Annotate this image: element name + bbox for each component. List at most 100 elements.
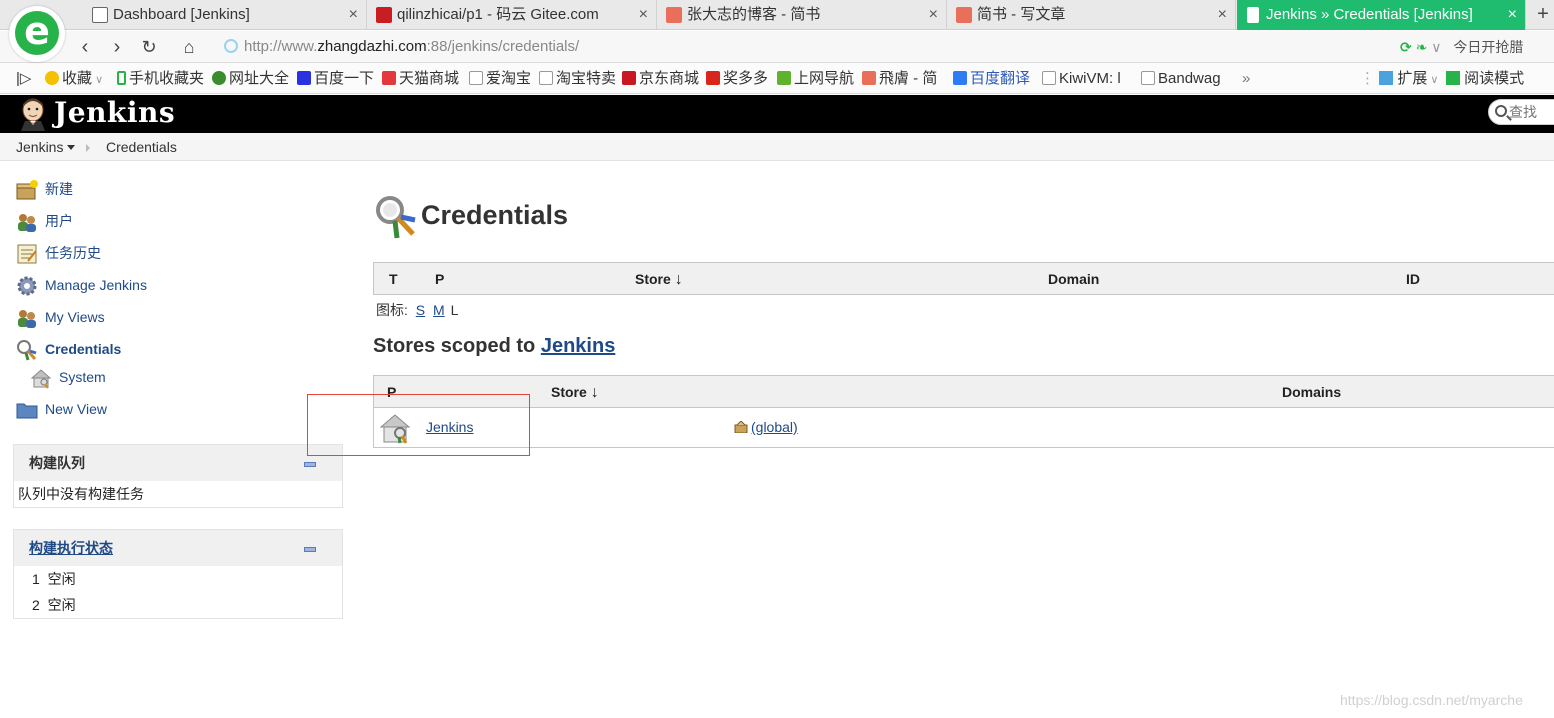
bookmark-hao-nav[interactable]: 上网导航 [777,63,854,93]
system-house-icon [30,369,52,389]
column-header-store[interactable]: Store ↓ [635,263,683,295]
column-header-domains[interactable]: Domains [1282,376,1341,408]
tab-jenkins-credentials[interactable]: Jenkins » Credentials [Jenkins] × [1237,0,1526,30]
table-row: Jenkins (global) [374,408,1554,446]
icon-size-large: L [450,302,459,318]
page-icon [1141,71,1155,85]
tab-jianshu-blog[interactable]: 张大志的博客 - 简书 × [658,0,947,30]
column-header-t[interactable]: T [389,263,398,295]
close-tab-icon[interactable]: × [639,0,648,30]
close-tab-icon[interactable]: × [929,0,938,30]
extensions-button[interactable]: ⋮ 扩展 ∨ [1360,63,1438,93]
bookmark-baidu-translate[interactable]: 百度翻译 [953,63,1030,93]
bookmark-aitaobao[interactable]: 爱淘宝 [469,63,531,93]
star-icon [45,71,59,85]
bookmark-tmall[interactable]: 天猫商城 [382,63,459,93]
bookmark-kiwivm[interactable]: KiwiVM: l [1042,63,1121,93]
close-tab-icon[interactable]: × [1218,0,1227,30]
bookmark-baidu[interactable]: 百度一下 [297,63,374,93]
icon-size-medium[interactable]: M [433,302,445,318]
build-queue-header: 构建队列 [14,445,342,481]
breadcrumb-credentials[interactable]: Credentials [106,133,177,161]
collapse-icon[interactable] [304,547,316,552]
bookmark-taobao-sale[interactable]: 淘宝特卖 [539,63,616,93]
domain-global-link[interactable]: (global) [751,419,798,435]
executors-header: 构建执行状态 [14,530,342,566]
page-icon [1042,71,1056,85]
new-tab-button[interactable]: + [1532,0,1554,30]
bookmark-jiangduoduo[interactable]: 奖多多 [706,63,768,93]
tmall-icon [382,71,396,85]
sort-arrow-icon: ↓ [590,384,599,401]
jenkins-butler-logo-icon[interactable] [16,97,50,131]
page-icon [539,71,553,85]
page-icon [469,71,483,85]
search-icon [1495,105,1507,117]
bookmark-hao123[interactable]: 网址大全 [212,63,289,93]
dropdown-icon[interactable]: ∨ [1431,39,1441,55]
stores-heading-jenkins-link[interactable]: Jenkins [541,335,615,357]
column-header-store[interactable]: Store ↓ [551,376,599,408]
notepad-icon [17,244,37,264]
credentials-table: T P Store ↓ Domain ID [373,262,1554,295]
reader-mode-button[interactable]: 阅读模式 [1446,63,1524,93]
jd-icon [622,71,636,85]
sort-arrow-icon: ↓ [674,271,683,288]
executors-title-link[interactable]: 构建执行状态 [29,540,113,556]
bookmark-jd[interactable]: 京东商城 [622,63,699,93]
hao-icon [777,71,791,85]
page-title: Credentials [421,200,569,230]
search-input[interactable] [1509,103,1554,121]
bookmark-bandwagon[interactable]: Bandwag [1141,63,1221,93]
forward-button[interactable]: › [104,34,130,60]
page-favicon-icon [1247,7,1259,23]
credentials-keys-icon [376,196,416,239]
browser-tab-bar: Dashboard [Jenkins] × qilinzhicai/p1 - 码… [0,0,1554,30]
jianshu-favicon-icon [956,7,972,23]
jianshu-icon [862,71,876,85]
chevron-down-icon[interactable] [67,145,76,150]
reload-button[interactable]: ↻ [136,34,162,60]
highlight-annotation-box [307,394,530,456]
tab-jianshu-write[interactable]: 简书 - 写文章 × [948,0,1236,30]
jianshu-favicon-icon [666,7,682,23]
refresh-green-icon[interactable]: ⟳ [1400,39,1412,55]
promo-text[interactable]: 今日开抢腊 [1453,39,1523,55]
stores-table-header: P Store ↓ Domains [374,376,1554,408]
extensions-icon [1379,71,1394,85]
tab-dashboard-jenkins[interactable]: Dashboard [Jenkins] × [84,0,367,30]
jenkins-title[interactable]: Jenkins [54,95,175,133]
breadcrumb-jenkins[interactable]: Jenkins [16,133,76,161]
close-tab-icon[interactable]: × [1508,0,1517,30]
new-item-icon [16,180,38,200]
stores-heading: Stores scoped to Jenkins [373,335,616,357]
leaf-icon[interactable]: ❧ [1416,39,1428,55]
browser-logo[interactable]: e [9,6,65,62]
credentials-keys-icon [17,340,37,361]
column-header-p[interactable]: P [435,263,444,295]
executors-pane: 构建执行状态 1 空闲 2 空闲 [13,529,343,619]
search-box[interactable] [1488,99,1554,125]
icon-size-small[interactable]: S [416,302,425,318]
bookmark-favorites[interactable]: 收藏 ∨ [45,63,103,93]
site-info-icon[interactable] [224,39,238,53]
close-tab-icon[interactable]: × [349,0,358,30]
bookmark-mobile[interactable]: 手机收藏夹 [117,63,204,93]
executor-row: 2 空闲 [32,597,76,613]
bookmark-jianshu[interactable]: 飛膚 - 简 [862,63,937,93]
back-button[interactable]: ‹ [72,34,98,60]
url-field[interactable]: http://www.zhangdazhi.com:88/jenkins/cre… [218,33,1398,61]
column-header-id[interactable]: ID [1406,263,1420,295]
stores-table: P Store ↓ Domains Jenkins (global) [373,375,1554,448]
bookmarks-more-button[interactable]: » [1242,63,1250,93]
gear-icon [17,276,37,296]
collapse-icon[interactable] [304,462,316,467]
build-queue-pane: 构建队列 队列中没有构建任务 [13,444,343,508]
sidebar-toggle-icon[interactable]: |▷ [16,63,31,93]
prize-icon [706,71,720,85]
credentials-table-header: T P Store ↓ Domain ID [374,263,1554,295]
jenkins-header: Jenkins [0,95,1554,133]
column-header-domain[interactable]: Domain [1048,263,1099,295]
home-button[interactable]: ⌂ [176,34,202,60]
tab-gitee[interactable]: qilinzhicai/p1 - 码云 Gitee.com × [368,0,657,30]
